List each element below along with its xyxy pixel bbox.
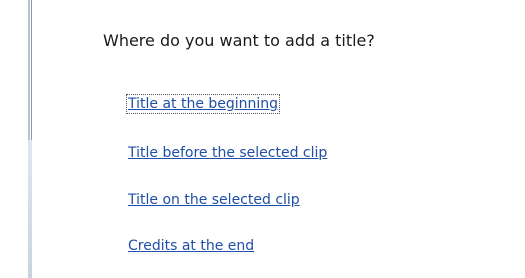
title-options-panel: Where do you want to add a title? Title … <box>0 0 525 278</box>
title-before-selected-clip-link[interactable]: Title before the selected clip <box>128 145 327 161</box>
title-at-beginning-link[interactable]: Title at the beginning <box>125 94 281 114</box>
credits-at-end-link[interactable]: Credits at the end <box>128 238 254 254</box>
add-title-question: Where do you want to add a title? <box>103 31 375 50</box>
title-on-selected-clip-link[interactable]: Title on the selected clip <box>128 192 300 208</box>
